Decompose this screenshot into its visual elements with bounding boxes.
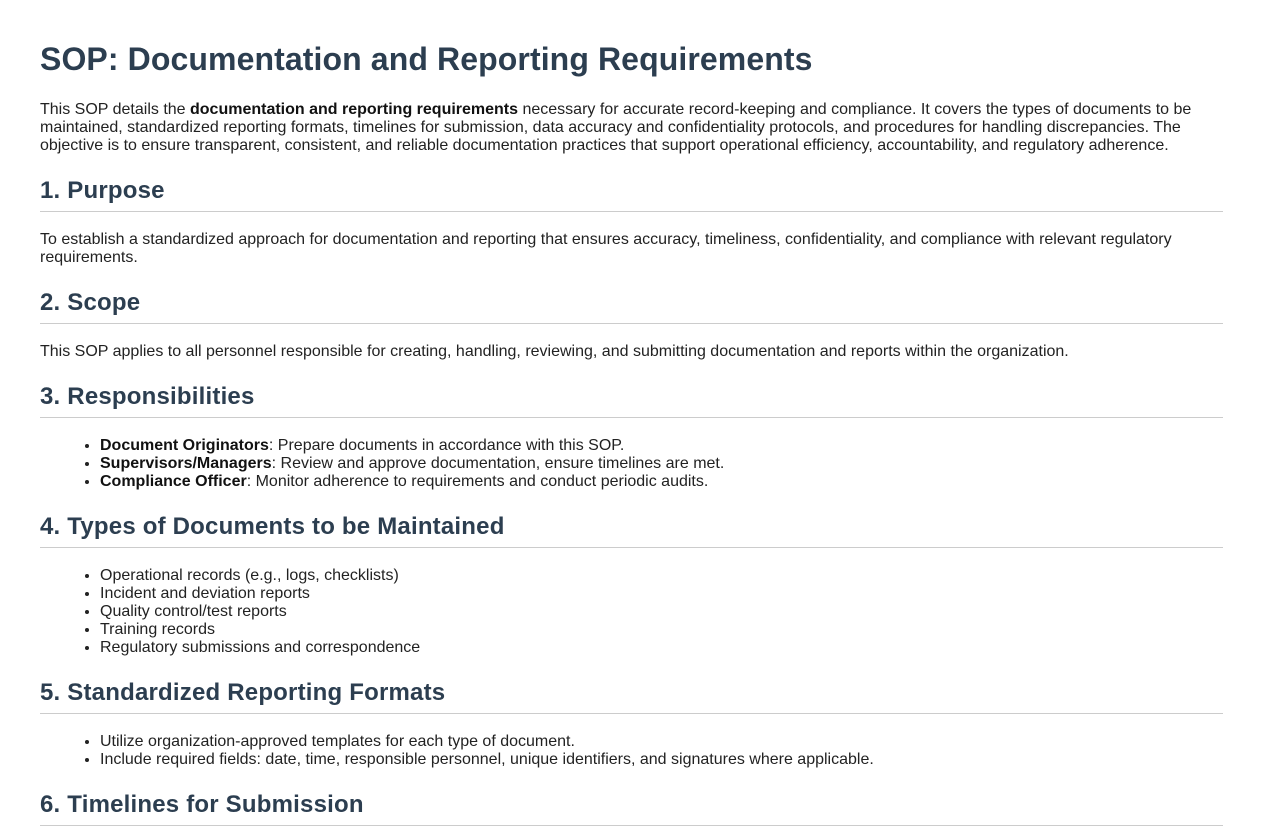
section-timelines: 6. Timelines for Submission xyxy=(40,791,1223,826)
section-reporting-formats: 5. Standardized Reporting Formats Utiliz… xyxy=(40,679,1223,769)
list-item: Operational records (e.g., logs, checkli… xyxy=(100,567,1223,585)
section-responsibilities: 3. Responsibilities Document Originators… xyxy=(40,383,1223,491)
section-purpose: 1. Purpose To establish a standardized a… xyxy=(40,177,1223,267)
responsibilities-list: Document Originators: Prepare documents … xyxy=(40,437,1223,491)
intro-text-start: This SOP details the xyxy=(40,101,190,118)
section-heading-responsibilities: 3. Responsibilities xyxy=(40,383,1223,418)
intro-paragraph: This SOP details the documentation and r… xyxy=(40,101,1223,155)
list-item: Compliance Officer: Monitor adherence to… xyxy=(100,473,1223,491)
scope-text: This SOP applies to all personnel respon… xyxy=(40,343,1069,360)
reporting-formats-list: Utilize organization-approved templates … xyxy=(40,733,1223,769)
list-item: Regulatory submissions and correspondenc… xyxy=(100,639,1223,657)
section-heading-reporting-formats: 5. Standardized Reporting Formats xyxy=(40,679,1223,714)
section-scope: 2. Scope This SOP applies to all personn… xyxy=(40,289,1223,361)
document-types-list: Operational records (e.g., logs, checkli… xyxy=(40,567,1223,657)
list-item: Utilize organization-approved templates … xyxy=(100,733,1223,751)
role-name: Document Originators xyxy=(100,437,269,454)
section-heading-document-types: 4. Types of Documents to be Maintained xyxy=(40,513,1223,548)
list-item: Include required fields: date, time, res… xyxy=(100,751,1223,769)
section-heading-scope: 2. Scope xyxy=(40,289,1223,324)
purpose-text: To establish a standardized approach for… xyxy=(40,231,1172,266)
list-item: Training records xyxy=(100,621,1223,639)
section-heading-purpose: 1. Purpose xyxy=(40,177,1223,212)
section-document-types: 4. Types of Documents to be Maintained O… xyxy=(40,513,1223,657)
page-title: SOP: Documentation and Reporting Require… xyxy=(40,41,813,77)
section-heading-timelines: 6. Timelines for Submission xyxy=(40,791,1223,826)
role-description: : Monitor adherence to requirements and … xyxy=(246,473,709,490)
list-item: Document Originators: Prepare documents … xyxy=(100,437,1223,455)
sop-document: SOP: Documentation and Reporting Require… xyxy=(0,0,1263,826)
intro-bold-text: documentation and reporting requirements xyxy=(190,101,519,118)
role-description: : Review and approve documentation, ensu… xyxy=(271,455,725,472)
role-name: Supervisors/Managers xyxy=(100,455,272,472)
list-item: Quality control/test reports xyxy=(100,603,1223,621)
list-item: Incident and deviation reports xyxy=(100,585,1223,603)
list-item: Supervisors/Managers: Review and approve… xyxy=(100,455,1223,473)
role-name: Compliance Officer xyxy=(100,473,247,490)
role-description: : Prepare documents in accordance with t… xyxy=(268,437,625,454)
